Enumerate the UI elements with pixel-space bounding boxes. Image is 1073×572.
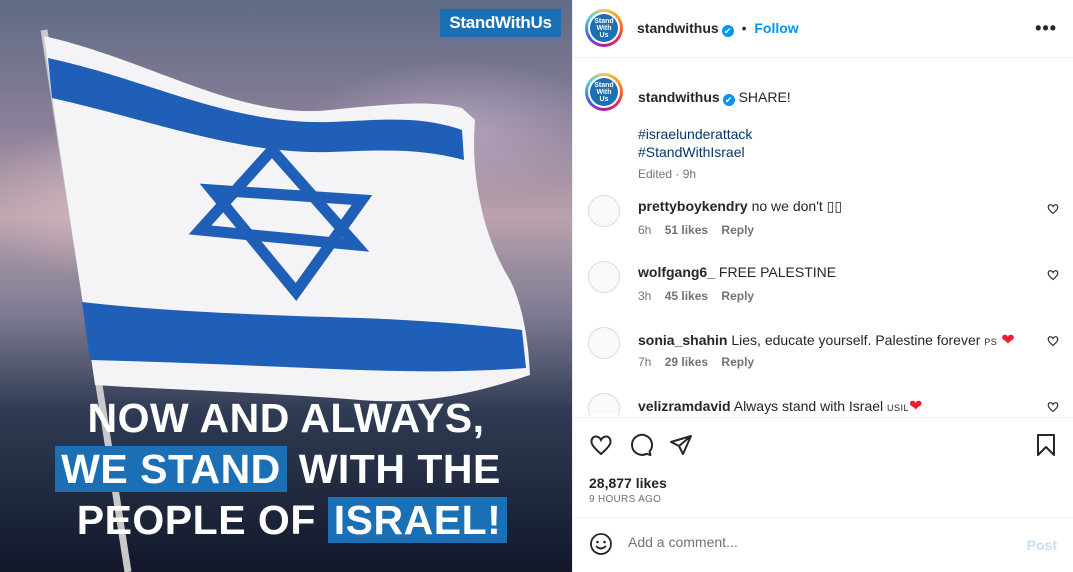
comment-item: wolfgang6_ FREE PALESTINE 3h 45 likes Re… xyxy=(573,261,1073,327)
reply-button[interactable]: Reply xyxy=(721,223,754,237)
comment-time: 3h xyxy=(638,289,652,303)
hashtag-link[interactable]: #StandWithIsrael xyxy=(638,144,745,160)
comment-likes[interactable]: 29 likes xyxy=(665,355,708,369)
reply-button[interactable]: Reply xyxy=(721,355,754,369)
headline-text: PEOPLE OF xyxy=(76,497,328,543)
comment-like-heart-icon[interactable] xyxy=(1047,335,1059,347)
headline-highlight: ISRAEL! xyxy=(327,497,508,543)
likes-count[interactable]: 28,877 likes xyxy=(589,475,667,491)
headline-line-1: NOW AND ALWAYS, xyxy=(87,395,485,441)
comment-text: prettyboykendry no we don't ▯▯ xyxy=(638,198,843,214)
comment-input[interactable] xyxy=(628,534,1008,550)
post-comment-button[interactable]: Post xyxy=(1027,537,1057,553)
comment-time: 7h xyxy=(638,355,652,369)
standwithus-logo: Stand With Us xyxy=(590,14,618,42)
post-actions: 28,877 likes 9 HOURS AGO xyxy=(573,417,1073,517)
comment-bubble-icon[interactable] xyxy=(629,433,653,457)
reply-button[interactable]: Reply xyxy=(721,289,754,303)
flag-emoji: USIL xyxy=(887,403,910,413)
headline-line-3: PEOPLE OF ISRAEL! xyxy=(6,497,572,543)
comment-username[interactable]: wolfgang6_ xyxy=(638,264,715,280)
verified-badge-icon: ✔ xyxy=(722,94,735,106)
comment-username[interactable]: prettyboykendry xyxy=(638,198,748,214)
commenter-avatar[interactable] xyxy=(588,261,620,293)
username-link[interactable]: standwithus xyxy=(637,20,719,36)
comment-item: sonia_shahin Lies, educate yourself. Pal… xyxy=(573,327,1073,393)
comment-meta: 7h 29 likes Reply xyxy=(638,355,764,369)
standwithus-logo: Stand With Us xyxy=(590,78,618,106)
headline-highlight: WE STAND xyxy=(55,446,287,492)
avatar[interactable]: Stand With Us xyxy=(585,9,623,47)
avatar[interactable]: Stand With Us xyxy=(585,73,623,111)
comment-like-heart-icon[interactable] xyxy=(1047,401,1059,413)
save-bookmark-icon[interactable] xyxy=(1035,433,1057,457)
commenter-avatar[interactable] xyxy=(588,195,620,227)
caption-text: SHARE! xyxy=(738,89,791,105)
comment-text: wolfgang6_ FREE PALESTINE xyxy=(638,264,837,280)
comment-username[interactable]: sonia_shahin xyxy=(638,332,727,348)
comments-list[interactable]: Stand With Us standwithus ✔ SHARE! #israelu… xyxy=(573,59,1073,415)
header-user: standwithus ✔ • Follow xyxy=(637,20,799,37)
headline-text: WITH THE xyxy=(286,446,501,492)
comment-username[interactable]: velizramdavid xyxy=(638,398,731,414)
comment-item: prettyboykendry no we don't ▯▯ 6h 51 lik… xyxy=(573,195,1073,261)
standwithus-badge: StandWithUs xyxy=(440,9,561,37)
comment-item: velizramdavid Always stand with Israel U… xyxy=(573,393,1073,415)
post-side-panel: Stand With Us standwithus ✔ • Follow ••• St… xyxy=(572,0,1073,572)
commenter-avatar[interactable] xyxy=(588,327,620,359)
username-link[interactable]: standwithus xyxy=(638,89,720,105)
comment-text: sonia_shahin Lies, educate yourself. Pal… xyxy=(638,332,1015,349)
caption-edited-time: Edited · 9h xyxy=(638,167,697,181)
verified-badge-icon: ✔ xyxy=(721,25,734,37)
comment-likes[interactable]: 51 likes xyxy=(665,223,708,237)
red-heart-emoji: ❤ xyxy=(1001,332,1015,349)
comment-text: velizramdavid Always stand with Israel U… xyxy=(638,398,923,415)
flag-emoji: PS xyxy=(984,337,998,347)
separator-dot: • xyxy=(741,20,747,36)
comment-meta: 3h 45 likes Reply xyxy=(638,289,764,303)
share-send-icon[interactable] xyxy=(669,433,693,457)
comment-like-heart-icon[interactable] xyxy=(1047,269,1059,281)
add-comment-bar: Post xyxy=(573,517,1073,572)
caption-line: standwithus ✔ SHARE! xyxy=(638,89,791,106)
comment-like-heart-icon[interactable] xyxy=(1047,203,1059,215)
follow-button[interactable]: Follow xyxy=(754,20,798,36)
comment-likes[interactable]: 45 likes xyxy=(665,289,708,303)
comment-meta: 6h 51 likes Reply xyxy=(638,223,764,237)
hashtag-link[interactable]: #israelunderattack xyxy=(638,126,752,142)
post-header: Stand With Us standwithus ✔ • Follow ••• xyxy=(573,0,1073,58)
more-options-icon[interactable]: ••• xyxy=(1035,18,1057,39)
emoji-smiley-icon[interactable] xyxy=(589,532,613,556)
commenter-avatar[interactable] xyxy=(588,393,620,415)
comment-time: 6h xyxy=(638,223,652,237)
posted-time[interactable]: 9 HOURS AGO xyxy=(589,494,661,505)
headline-line-2: WE STAND WITH THE xyxy=(0,446,564,492)
red-heart-emoji: ❤ xyxy=(909,398,923,415)
like-heart-icon[interactable] xyxy=(589,433,613,457)
post-image[interactable]: StandWithUs NOW AND ALWAYS, WE STAND WIT… xyxy=(0,0,572,572)
